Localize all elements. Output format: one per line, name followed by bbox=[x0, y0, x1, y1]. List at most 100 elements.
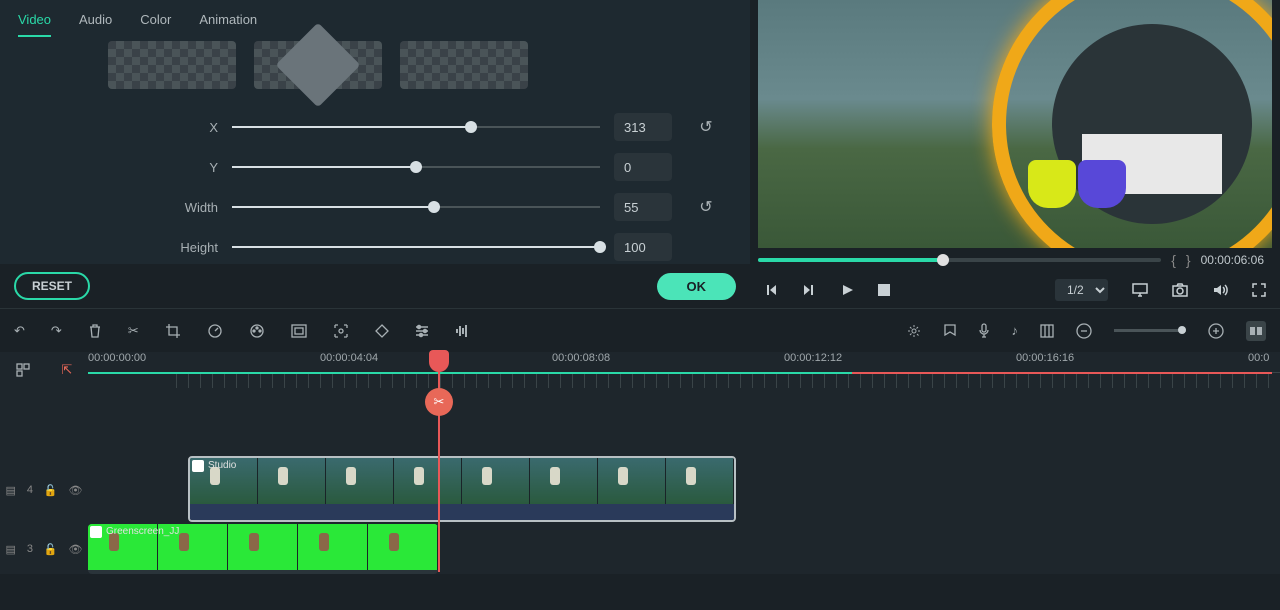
clip-label: Greenscreen_JJ bbox=[106, 526, 179, 537]
mask-shape-thumbnails bbox=[0, 37, 750, 89]
stop-button[interactable] bbox=[878, 284, 890, 296]
preview-panel: { } 00:00:06:06 1/2 bbox=[750, 0, 1280, 308]
scrub-track[interactable] bbox=[758, 258, 1161, 262]
motion-track-icon[interactable] bbox=[333, 323, 349, 339]
track-number: 4 bbox=[27, 484, 33, 496]
visibility-icon[interactable]: 👁 bbox=[69, 543, 83, 556]
play-button[interactable] bbox=[840, 283, 854, 297]
clip-label: Studio bbox=[208, 460, 236, 471]
audio-adjust-icon[interactable] bbox=[455, 324, 469, 338]
lock-icon[interactable]: 🔓 bbox=[44, 543, 58, 556]
track-number: 3 bbox=[27, 543, 33, 555]
tab-color[interactable]: Color bbox=[140, 8, 171, 37]
prev-frame-button[interactable] bbox=[764, 283, 778, 297]
reset-button[interactable]: RESET bbox=[14, 272, 90, 300]
clip-studio[interactable]: Studio bbox=[188, 456, 736, 522]
mask-thumb-2[interactable] bbox=[254, 41, 382, 89]
slider-value-y[interactable] bbox=[614, 153, 672, 181]
track-head-2: ▤ 3 🔓 👁 bbox=[0, 543, 88, 556]
reset-width-icon[interactable]: ↺ bbox=[686, 197, 726, 217]
voiceover-icon[interactable] bbox=[978, 323, 990, 339]
audio-mixer-icon[interactable]: ♪ bbox=[1012, 323, 1019, 338]
clip-thumb-icon bbox=[192, 460, 204, 472]
timeline-zoom-slider[interactable] bbox=[1114, 329, 1186, 332]
tab-audio[interactable]: Audio bbox=[79, 8, 112, 37]
ruler-tick: 00:00:00:00 bbox=[88, 352, 146, 364]
preview-canvas[interactable] bbox=[758, 0, 1272, 248]
mask-thumb-3[interactable] bbox=[400, 41, 528, 89]
redo-icon[interactable]: ↷ bbox=[51, 323, 62, 339]
slider-row-width: Width ↺ bbox=[0, 187, 726, 227]
preview-scrubber: { } 00:00:06:06 bbox=[750, 248, 1280, 272]
track-type-icon: ▤ bbox=[5, 484, 15, 497]
adjust-icon[interactable] bbox=[415, 324, 429, 338]
timeline: ⇱ 00:00:00:00 00:00:04:04 00:00:08:08 00… bbox=[0, 352, 1280, 574]
slider-row-x: X ↺ bbox=[0, 107, 726, 147]
timeline-ruler-row: ⇱ 00:00:00:00 00:00:04:04 00:00:08:08 00… bbox=[0, 352, 1280, 388]
link-icon[interactable]: ⇱ bbox=[61, 362, 72, 378]
slider-label-width: Width bbox=[0, 200, 218, 215]
marker-icon[interactable] bbox=[944, 324, 956, 338]
ruler-tick: 00:0 bbox=[1248, 352, 1269, 364]
preview-stool bbox=[1028, 160, 1076, 208]
properties-panel: Video Audio Color Animation X ↺ Y bbox=[0, 0, 750, 308]
timeline-ruler[interactable]: 00:00:00:00 00:00:04:04 00:00:08:08 00:0… bbox=[88, 352, 1280, 388]
track-head-1: ▤ 4 🔓 👁 bbox=[0, 484, 88, 497]
slider-label-x: X bbox=[0, 120, 218, 135]
slider-height[interactable] bbox=[232, 246, 600, 248]
fullscreen-icon[interactable] bbox=[1252, 283, 1266, 297]
playhead[interactable]: ✂ bbox=[438, 352, 440, 572]
snapshot-icon[interactable] bbox=[1172, 283, 1188, 297]
preview-timecode: 00:00:06:06 bbox=[1201, 253, 1272, 267]
zoom-in-icon[interactable] bbox=[1208, 323, 1224, 339]
next-frame-button[interactable] bbox=[802, 283, 816, 297]
mixer-icon[interactable] bbox=[1040, 324, 1054, 338]
clip-thumb-icon bbox=[90, 526, 102, 538]
video-track-1: ▤ 4 🔓 👁 Studio bbox=[0, 456, 1280, 524]
slider-value-x[interactable] bbox=[614, 113, 672, 141]
visibility-icon[interactable]: 👁 bbox=[69, 484, 83, 497]
playhead-handle[interactable] bbox=[429, 350, 449, 372]
slider-value-height[interactable] bbox=[614, 233, 672, 261]
speed-icon[interactable] bbox=[207, 323, 223, 339]
mark-in-icon[interactable]: { bbox=[1171, 252, 1176, 268]
crop-icon[interactable] bbox=[165, 323, 181, 339]
range-inactive bbox=[852, 372, 1272, 374]
zoom-out-icon[interactable] bbox=[1076, 323, 1092, 339]
reset-x-icon[interactable]: ↺ bbox=[686, 117, 726, 137]
greenscreen-icon[interactable] bbox=[291, 324, 307, 338]
color-icon[interactable] bbox=[249, 323, 265, 339]
cut-icon[interactable]: ✂ bbox=[128, 323, 139, 339]
preview-zoom-select[interactable]: 1/2 bbox=[1055, 279, 1108, 301]
property-tabs: Video Audio Color Animation bbox=[0, 0, 750, 37]
slider-width[interactable] bbox=[232, 206, 600, 208]
transport-controls: 1/2 bbox=[750, 272, 1280, 308]
ruler-tick: 00:00:16:16 bbox=[1016, 352, 1074, 364]
range-active bbox=[88, 372, 852, 374]
keyframe-icon[interactable] bbox=[375, 324, 389, 338]
clip-greenscreen[interactable]: Greenscreen_JJ bbox=[88, 524, 438, 574]
mask-thumb-1[interactable] bbox=[108, 41, 236, 89]
ruler-tick: 00:00:12:12 bbox=[784, 352, 842, 364]
track-manager-icon[interactable] bbox=[16, 363, 30, 377]
tab-video[interactable]: Video bbox=[18, 8, 51, 37]
track-type-icon: ▤ bbox=[5, 543, 15, 556]
slider-x[interactable] bbox=[232, 126, 600, 128]
delete-icon[interactable] bbox=[88, 323, 102, 339]
lock-icon[interactable]: 🔓 bbox=[44, 484, 58, 497]
ruler-tick: 00:00:08:08 bbox=[552, 352, 610, 364]
video-track-2: ▤ 3 🔓 👁 Greenscreen_JJ bbox=[0, 524, 1280, 574]
mark-out-icon[interactable]: } bbox=[1186, 252, 1191, 268]
playhead-split-icon[interactable]: ✂ bbox=[425, 388, 453, 416]
render-icon[interactable] bbox=[906, 323, 922, 339]
tab-animation[interactable]: Animation bbox=[199, 8, 257, 37]
fit-timeline-icon[interactable] bbox=[1246, 321, 1266, 341]
ok-button[interactable]: OK bbox=[657, 273, 737, 300]
slider-y[interactable] bbox=[232, 166, 600, 168]
display-icon[interactable] bbox=[1132, 283, 1148, 297]
volume-icon[interactable] bbox=[1212, 283, 1228, 297]
slider-row-y: Y bbox=[0, 147, 726, 187]
undo-icon[interactable]: ↶ bbox=[14, 323, 25, 339]
slider-value-width[interactable] bbox=[614, 193, 672, 221]
slider-label-height: Height bbox=[0, 240, 218, 255]
